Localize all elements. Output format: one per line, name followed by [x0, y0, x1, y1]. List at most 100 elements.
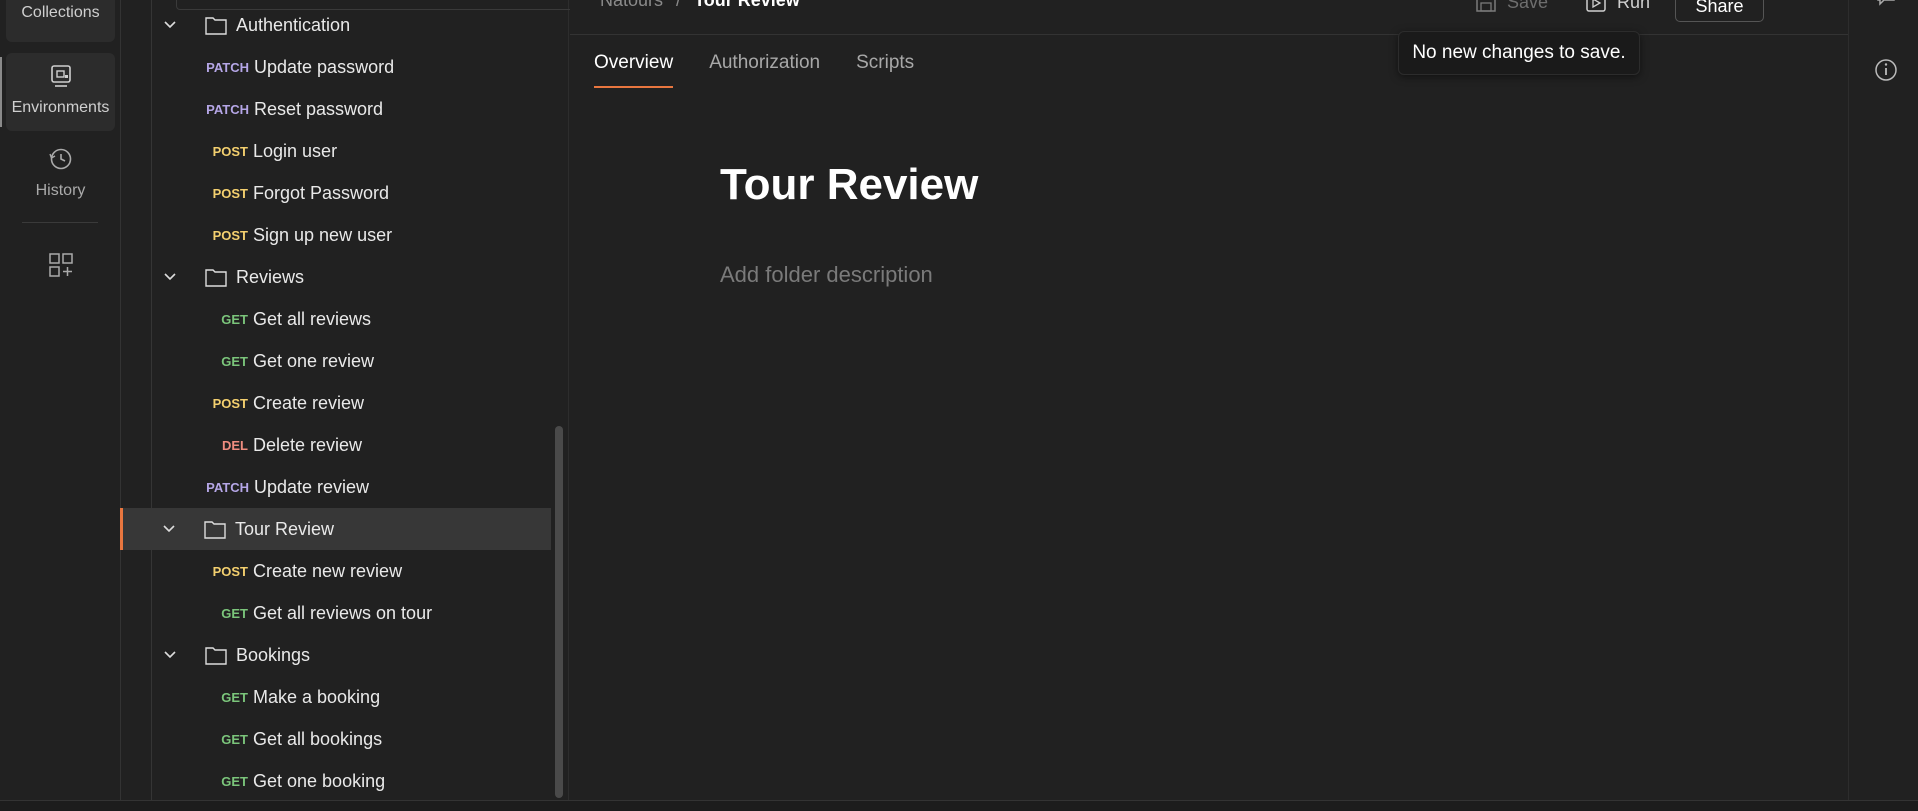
rail-history-label: History	[35, 182, 86, 199]
request-row[interactable]: GET Get one review	[121, 340, 551, 382]
method-badge: POST	[212, 563, 248, 579]
save-icon	[1476, 0, 1496, 12]
breadcrumb-parent[interactable]: Natours	[600, 0, 663, 10]
folder-title[interactable]: Tour Review	[720, 160, 978, 210]
tab-scripts[interactable]: Scripts	[856, 52, 914, 88]
request-row[interactable]: PATCH Update password	[121, 46, 551, 88]
method-badge: DEL	[222, 437, 248, 453]
rail-active-indicator	[0, 57, 2, 127]
folder-row-tour-review[interactable]: Tour Review	[120, 508, 551, 550]
request-row[interactable]: PATCH Update review	[121, 466, 551, 508]
status-bar	[0, 800, 1918, 811]
request-name: Get all reviews on tour	[253, 602, 433, 623]
method-badge: POST	[212, 395, 248, 411]
environments-icon	[6, 63, 115, 99]
share-button[interactable]: Share	[1675, 0, 1764, 22]
request-row[interactable]: POST Login user	[121, 130, 551, 172]
selected-indicator	[120, 508, 123, 550]
collection-tree: Authentication PATCH Update password PATC…	[120, 0, 636, 802]
tab-authorization[interactable]: Authorization	[709, 52, 820, 88]
method-badge: GET	[221, 353, 248, 369]
request-row[interactable]: GET Get all bookings	[121, 718, 551, 760]
chevron-down-icon[interactable]	[161, 16, 179, 34]
rail-environments-button[interactable]: Environments	[6, 53, 115, 131]
folder-row-authentication[interactable]: Authentication	[121, 4, 551, 46]
request-row[interactable]: POST Create review	[121, 382, 551, 424]
request-name: Update review	[254, 476, 370, 497]
save-button[interactable]: Save	[1475, 0, 1548, 13]
request-name: Get all bookings	[253, 728, 383, 749]
run-button[interactable]: Run	[1585, 0, 1650, 13]
sidebar-scrollbar[interactable]	[555, 426, 563, 798]
breadcrumb-current: Tour Review	[694, 0, 800, 10]
run-icon	[1586, 0, 1606, 12]
history-icon	[6, 146, 115, 182]
rail-configure-button[interactable]	[6, 252, 115, 284]
breadcrumb: Natours / Tour Review	[600, 0, 800, 11]
method-badge: GET	[221, 731, 248, 747]
chevron-down-icon[interactable]	[160, 520, 178, 538]
request-name: Create new review	[253, 560, 403, 581]
save-tooltip: No new changes to save.	[1398, 31, 1640, 75]
method-badge: PATCH	[206, 101, 249, 117]
tab-bar: Overview Authorization Scripts	[594, 52, 914, 88]
folder-row-reviews[interactable]: Reviews	[121, 256, 551, 298]
comments-icon[interactable]	[1875, 0, 1897, 8]
request-name: Get one review	[253, 350, 375, 371]
method-badge: GET	[221, 605, 248, 621]
folder-icon	[205, 647, 227, 665]
folder-icon	[205, 269, 227, 287]
request-name: Reset password	[254, 98, 384, 119]
tab-overview[interactable]: Overview	[594, 52, 674, 88]
folder-icon	[204, 521, 226, 539]
request-row[interactable]: DEL Delete review	[121, 424, 551, 466]
method-badge: POST	[212, 227, 248, 243]
main-panel: Natours / Tour Review Save Run Share •••…	[570, 0, 1848, 800]
folder-name: Reviews	[236, 266, 305, 287]
request-name: Delete review	[253, 434, 363, 455]
method-badge: POST	[212, 143, 248, 159]
info-icon[interactable]	[1873, 57, 1899, 83]
folder-name: Authentication	[236, 14, 351, 35]
request-name: Sign up new user	[253, 224, 393, 245]
request-row[interactable]: PATCH Reset password	[121, 88, 551, 130]
method-badge: GET	[221, 773, 248, 789]
header-bar: Natours / Tour Review Save Run Share •••	[570, 0, 1848, 35]
rail-collections-label: Collections	[21, 4, 100, 21]
folder-icon	[205, 17, 227, 35]
method-badge: GET	[221, 311, 248, 327]
save-label: Save	[1507, 0, 1549, 12]
folder-name: Bookings	[236, 644, 311, 665]
method-badge: POST	[212, 185, 248, 201]
more-options-icon[interactable]: •••	[1790, 0, 1811, 9]
breadcrumb-separator: /	[676, 0, 682, 10]
chevron-down-icon[interactable]	[161, 268, 179, 286]
request-name: Login user	[253, 140, 338, 161]
left-rail: Collections Environments History	[0, 0, 121, 800]
folder-description-input[interactable]: Add folder description	[720, 262, 933, 288]
request-row[interactable]: GET Get one booking	[121, 760, 551, 802]
folder-row-bookings[interactable]: Bookings	[121, 634, 551, 676]
request-name: Get one booking	[253, 770, 386, 791]
right-rail	[1848, 0, 1918, 800]
request-row[interactable]: POST Create new review	[121, 550, 551, 592]
request-row[interactable]: GET Get all reviews on tour	[121, 592, 551, 634]
request-row[interactable]: GET Make a booking	[121, 676, 551, 718]
chevron-down-icon[interactable]	[161, 646, 179, 664]
request-name: Get all reviews	[253, 308, 372, 329]
request-row[interactable]: POST Sign up new user	[121, 214, 551, 256]
method-badge: PATCH	[206, 479, 249, 495]
method-badge: PATCH	[206, 59, 249, 75]
request-row[interactable]: GET Get all reviews	[121, 298, 551, 340]
rail-history-button[interactable]: History	[6, 146, 115, 210]
request-row[interactable]: POST Forgot Password	[121, 172, 551, 214]
method-badge: GET	[221, 689, 248, 705]
request-name: Forgot Password	[253, 182, 390, 203]
folder-name: Tour Review	[235, 518, 335, 539]
request-name: Create review	[253, 392, 365, 413]
rail-collections-button[interactable]: Collections	[6, 0, 115, 42]
rail-environments-label: Environments	[11, 99, 110, 116]
run-label: Run	[1617, 0, 1651, 12]
request-name: Make a booking	[253, 686, 381, 707]
rail-divider	[22, 222, 98, 223]
